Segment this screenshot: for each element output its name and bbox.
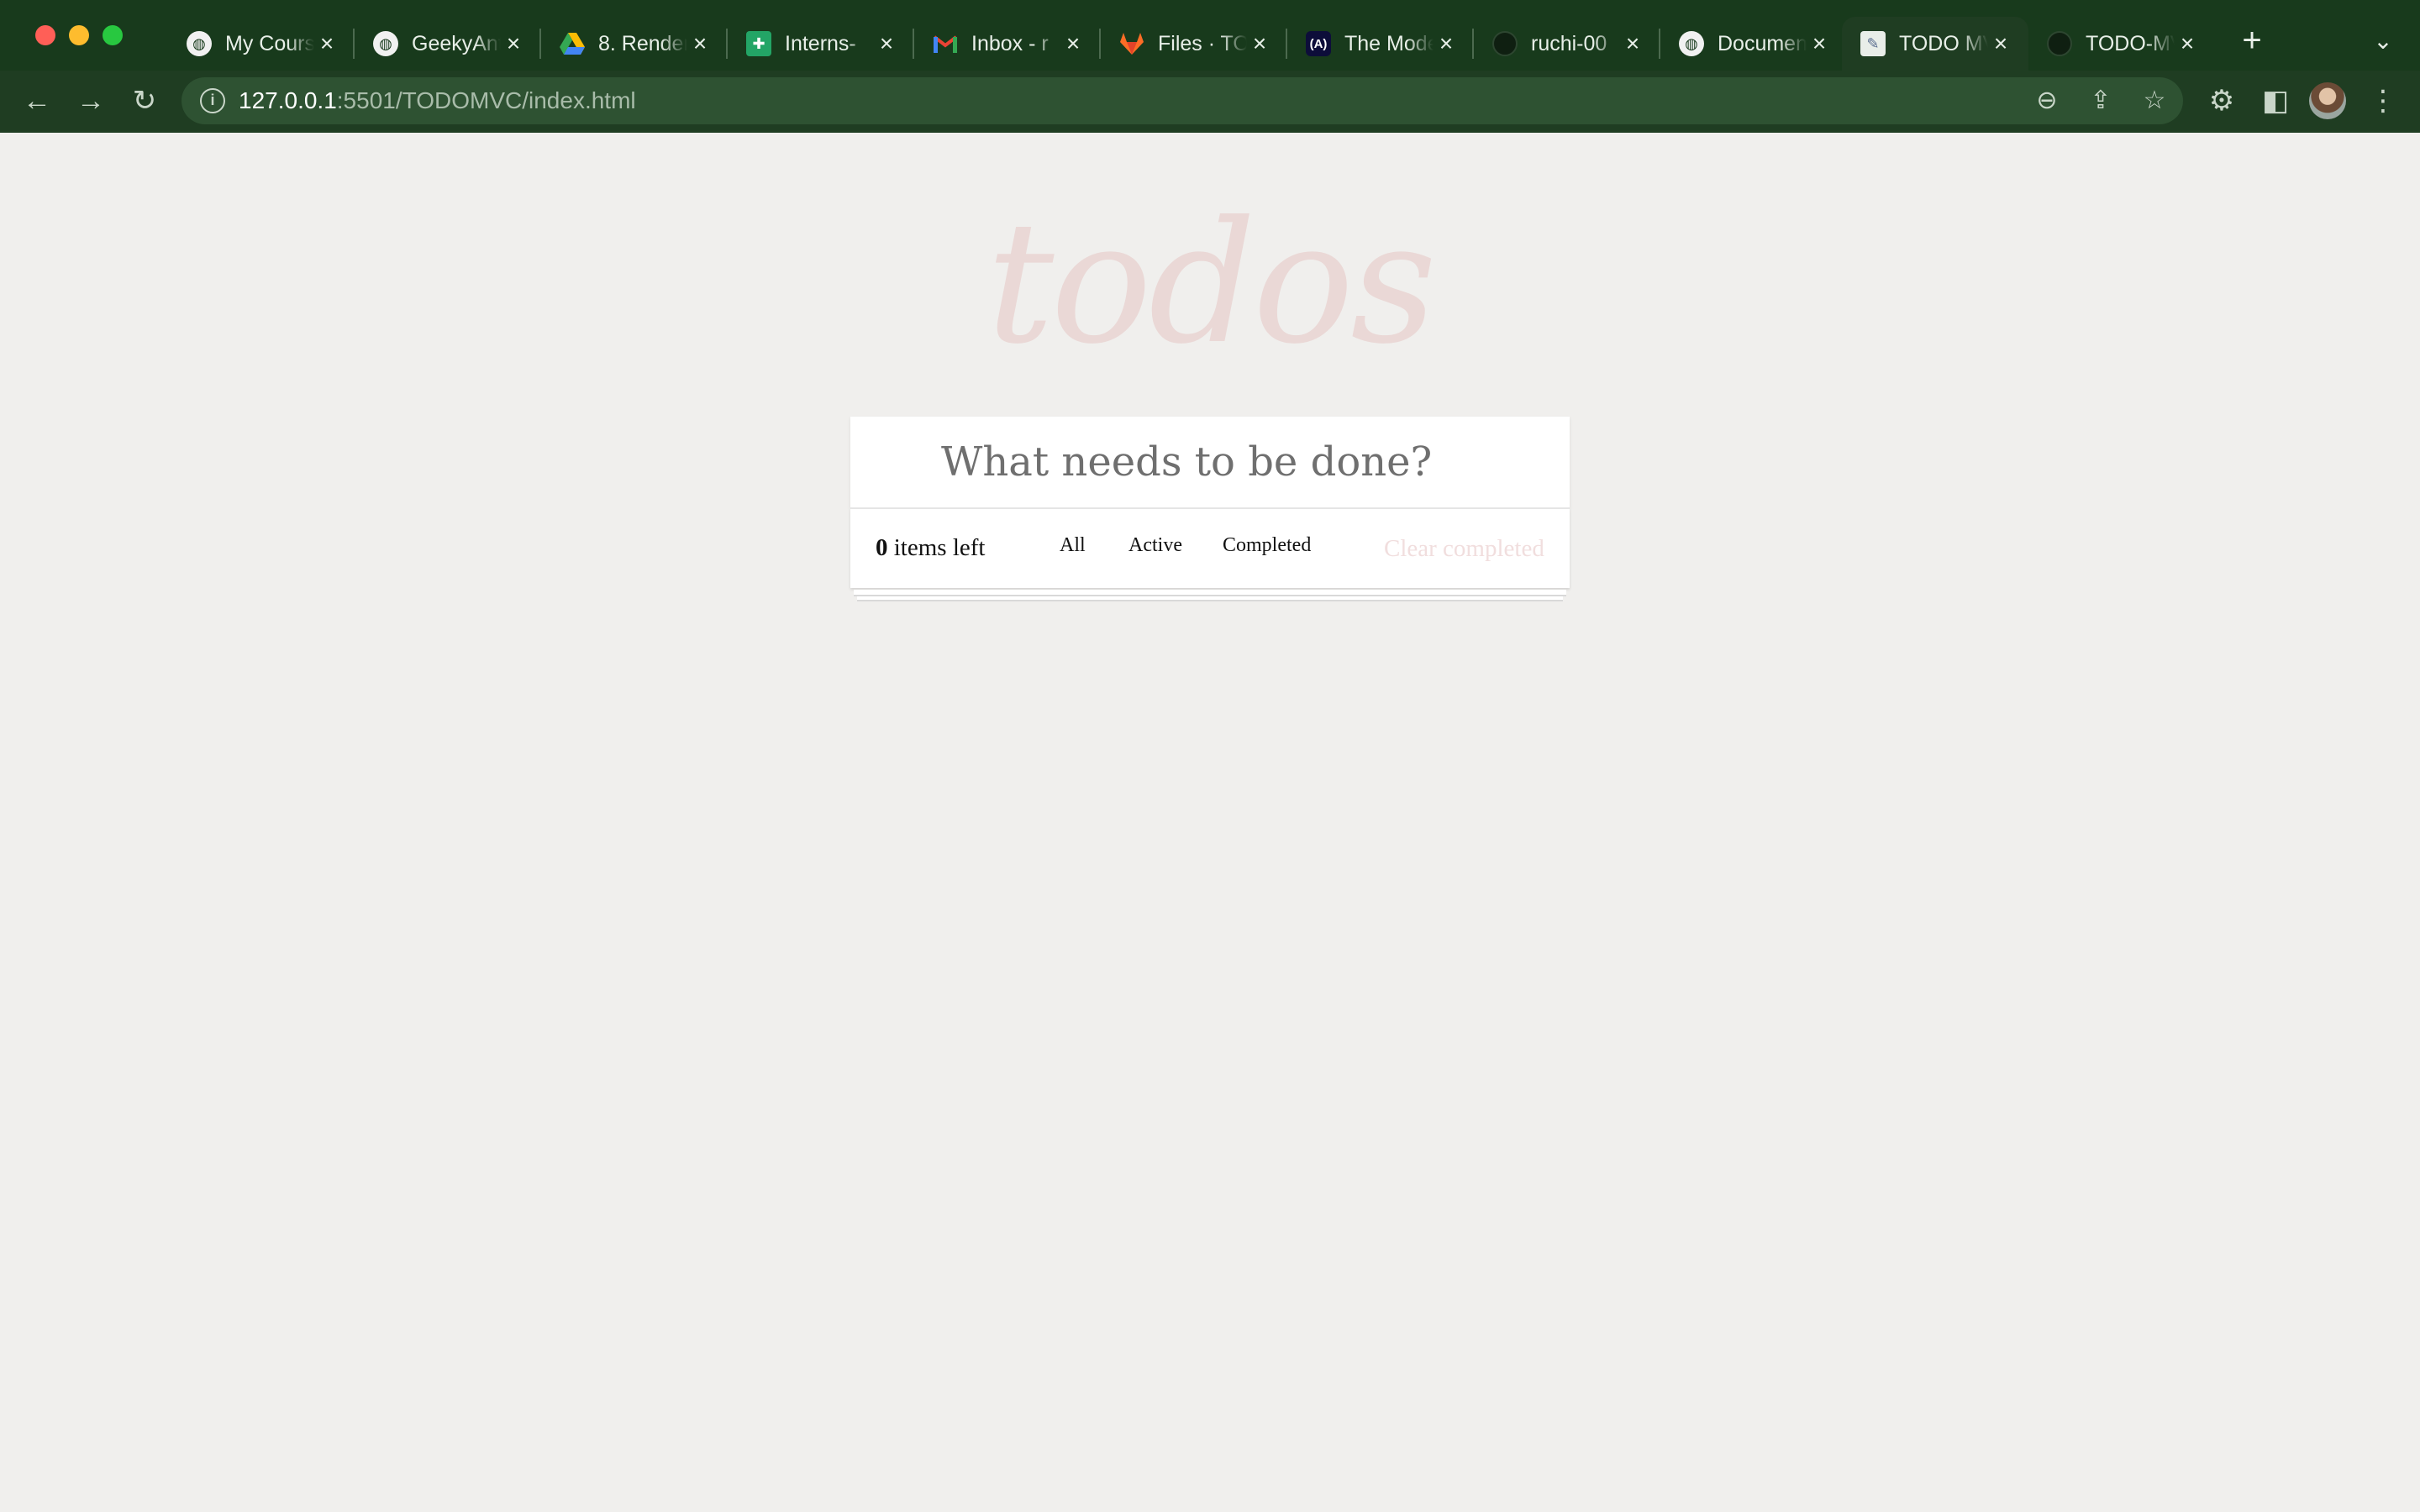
close-icon[interactable]: × [1620,30,1645,56]
tab-title: Interns- [785,31,856,55]
modern-js-icon: (A) [1306,31,1331,56]
window-maximize-button[interactable] [103,25,123,45]
github-icon [1492,31,1518,56]
tab-title: ruchi-00 [1531,31,1607,55]
tab-ruchi[interactable]: ruchi-00 × [1474,17,1660,71]
site-info-icon[interactable]: i [200,88,225,113]
browser-chrome: ◍ My Courses × ◍ GeekyAnts × 8. Renderin… [0,0,2420,133]
items-left-number: 0 [876,534,888,561]
url-text[interactable]: 127.0.0.1:5501/TODOMVC/index.html [239,87,636,114]
tab-title: My Courses [225,31,314,55]
google-sheets-icon: ✚ [746,31,771,56]
window-minimize-button[interactable] [69,25,89,45]
profile-avatar[interactable] [2309,82,2346,119]
github-icon [2047,31,2072,56]
tab-files[interactable]: Files · TO × [1101,17,1287,71]
todo-footer: 0 items left All Active Completed Clear … [850,509,1570,588]
gitlab-icon [1119,31,1144,56]
google-drive-icon [560,31,585,56]
tab-todo-mvc[interactable]: ✎ TODO MVC × [1842,17,2028,71]
filter-completed[interactable]: Completed [1223,534,1311,557]
bookmark-star-icon[interactable]: ☆ [2138,84,2171,118]
tab-title: 8. Rendering [598,31,687,55]
items-left-count: 0 items left [876,534,985,562]
new-todo-input[interactable]: What needs to be done? [850,417,1570,509]
globe-icon: ◍ [1679,31,1704,56]
tab-title: TODO-MVC [2086,31,2175,55]
tab-title: TODO MVC [1899,31,1988,55]
items-left-label: items left [887,534,986,561]
tab-inbox[interactable]: Inbox - r × [914,17,1101,71]
todo-app: What needs to be done? 0 items left All … [850,417,1570,601]
page-content: todos What needs to be done? 0 items lef… [0,133,2420,1512]
close-icon[interactable]: × [1247,30,1272,56]
tab-title: GeekyAnts [412,31,501,55]
url-host: 127.0.0.1 [239,87,337,113]
filter-all[interactable]: All [1060,534,1086,557]
address-bar[interactable]: i 127.0.0.1:5501/TODOMVC/index.html ⊖ ⇪ … [182,77,2183,124]
list-stack-shadow [857,596,1563,601]
tab-title: Documents [1718,31,1807,55]
forward-arrow-icon[interactable]: → [72,82,109,119]
close-icon[interactable]: × [1060,30,1086,56]
close-icon[interactable]: × [874,30,899,56]
tab-search-chevron-icon[interactable]: ⌄ [2368,27,2398,57]
filter-active[interactable]: Active [1128,534,1182,557]
tab-strip: ◍ My Courses × ◍ GeekyAnts × 8. Renderin… [0,0,2420,71]
new-todo-placeholder: What needs to be done? [941,438,1433,486]
gmail-icon [933,31,958,56]
tab-rendering[interactable]: 8. Rendering × [541,17,728,71]
new-tab-icon[interactable]: + [2235,24,2269,57]
todo-favicon-icon: ✎ [1860,31,1886,56]
url-path: :5501/TODOMVC/index.html [336,87,636,113]
window-close-button[interactable] [35,25,55,45]
tab-interns[interactable]: ✚ Interns- × [728,17,914,71]
close-icon[interactable]: × [314,30,339,56]
list-stack-shadow [854,590,1566,596]
zoom-out-icon[interactable]: ⊖ [2030,84,2064,118]
tab-title: Files · TO [1158,31,1247,55]
close-icon[interactable]: × [501,30,526,56]
tab-the-modern[interactable]: (A) The Modern × [1287,17,1474,71]
extensions-puzzle-icon[interactable]: ⚙ [2203,82,2240,119]
close-icon[interactable]: × [687,30,713,56]
app-title: todos [986,186,1437,381]
close-icon[interactable]: × [1988,30,2013,56]
tab-documents[interactable]: ◍ Documents × [1660,17,1847,71]
tab-my-courses[interactable]: ◍ My Courses × [168,17,355,71]
tab-title: Inbox - r [971,31,1049,55]
tab-title: The Modern [1344,31,1434,55]
menu-kebab-icon[interactable]: ⋮ [2365,82,2402,119]
tab-geekyants[interactable]: ◍ GeekyAnts × [355,17,541,71]
close-icon[interactable]: × [1807,30,1832,56]
tab-todo-mvc-repo[interactable]: TODO-MVC × [2028,17,2215,71]
close-icon[interactable]: × [2175,30,2200,56]
back-arrow-icon[interactable]: ← [18,82,55,119]
reload-icon[interactable]: ↻ [126,82,163,119]
globe-icon: ◍ [373,31,398,56]
side-panel-icon[interactable]: ◧ [2257,82,2294,119]
clear-completed-button[interactable]: Clear completed [1384,535,1544,563]
globe-icon: ◍ [187,31,212,56]
share-icon[interactable]: ⇪ [2084,84,2118,118]
close-icon[interactable]: × [1434,30,1459,56]
